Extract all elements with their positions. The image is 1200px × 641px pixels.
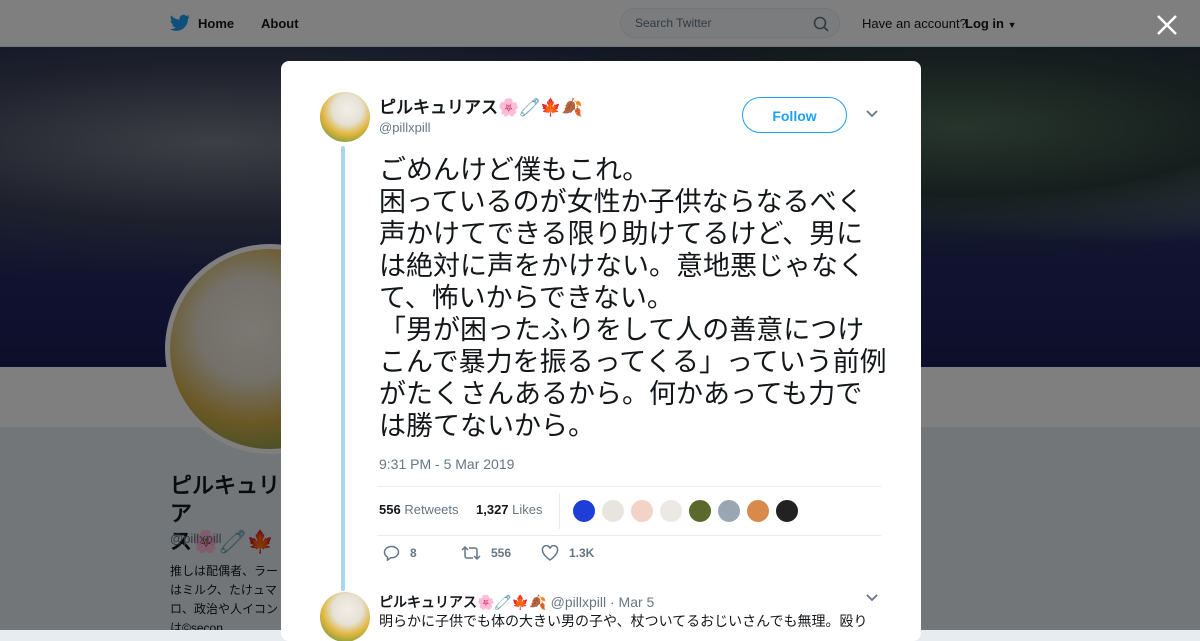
retweet-icon: [461, 545, 481, 561]
reply-text: 明らかに子供でも体の大きい男の子や、杖ついてるおじいさんでも無理。殴り: [379, 613, 868, 629]
thread-line: [341, 146, 345, 591]
like-stat[interactable]: 1,327 Likes: [476, 502, 543, 517]
liker-avatar[interactable]: [746, 499, 770, 523]
heart-icon: [541, 545, 559, 561]
liker-avatar[interactable]: [775, 499, 799, 523]
like-action-count: 1.3K: [569, 546, 595, 560]
reply-author-handle[interactable]: @pillxpill: [551, 594, 606, 610]
tweet-text: ごめんけど僕もこれ。 困っているのが女性か子供ならなるべく声かけてできる限り助け…: [379, 155, 887, 442]
author-name[interactable]: ピルキュリアス🌸🧷🍁🍂: [379, 93, 583, 118]
reply-date[interactable]: Mar 5: [619, 594, 655, 610]
like-count: 1,327: [476, 502, 509, 517]
reply-author-avatar[interactable]: [320, 592, 370, 641]
reply-header: ピルキュリアス🌸🧷🍁🍂 @pillxpill · Mar 5: [379, 592, 654, 612]
stats-divider: [559, 493, 560, 529]
tweet-modal: ピルキュリアス🌸🧷🍁🍂 @pillxpill Follow ごめんけど僕もこれ。…: [281, 61, 921, 641]
author-avatar[interactable]: [320, 92, 370, 142]
retweet-button[interactable]: 556: [461, 545, 511, 561]
chevron-down-icon[interactable]: [865, 109, 879, 119]
close-icon[interactable]: [1154, 12, 1180, 38]
retweet-count: 556: [379, 502, 401, 517]
liker-avatar[interactable]: [717, 499, 741, 523]
liker-avatar[interactable]: [659, 499, 683, 523]
tweet-timestamp[interactable]: 9:31 PM - 5 Mar 2019: [379, 456, 514, 472]
retweet-label: Retweets: [404, 502, 459, 517]
reply-count: 8: [410, 546, 417, 560]
reply-dot: ·: [609, 594, 615, 610]
reply-author-name[interactable]: ピルキュリアス🌸🧷🍁🍂: [379, 594, 547, 610]
liker-avatar[interactable]: [688, 499, 712, 523]
reply-chevron-down-icon[interactable]: [865, 593, 879, 603]
liker-avatar[interactable]: [601, 499, 625, 523]
retweet-stat[interactable]: 556 Retweets: [379, 502, 459, 517]
tweet-stats: 556 Retweets 1,327 Likes: [377, 486, 881, 536]
reply-button[interactable]: 8: [383, 545, 417, 561]
tweet-actions: 8 556 1.3K: [379, 545, 879, 565]
liker-avatar[interactable]: [572, 499, 596, 523]
retweet-action-count: 556: [491, 546, 512, 560]
follow-button[interactable]: Follow: [742, 97, 847, 133]
reply-icon: [383, 545, 400, 561]
liker-avatar[interactable]: [630, 499, 654, 523]
author-handle[interactable]: @pillxpill: [379, 120, 431, 135]
like-button[interactable]: 1.3K: [541, 545, 594, 561]
like-label: Likes: [512, 502, 543, 517]
